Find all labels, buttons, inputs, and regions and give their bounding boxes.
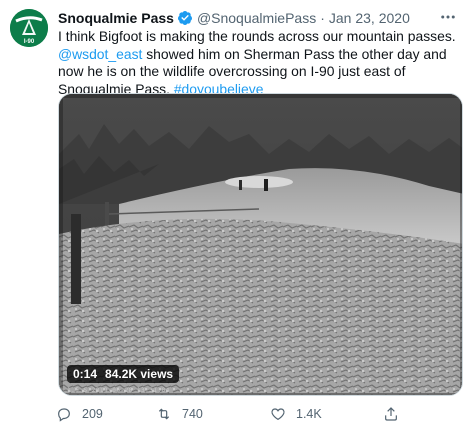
- wsdot-logo-icon: I-90: [10, 9, 48, 47]
- tweet-text: I think Bigfoot is making the rounds acr…: [58, 28, 468, 98]
- display-name[interactable]: Snoqualmie Pass: [58, 9, 174, 27]
- retweet-icon: [158, 408, 170, 420]
- share-icon: [385, 407, 397, 421]
- video-thumbnail: [59, 94, 462, 395]
- like-button[interactable]: 1.4K: [270, 406, 322, 422]
- verified-badge-icon: [177, 11, 192, 25]
- share-button[interactable]: [383, 406, 399, 422]
- tweet-date[interactable]: Jan 23, 2020: [329, 9, 410, 27]
- avatar-label: I-90: [24, 39, 35, 45]
- like-count: 1.4K: [296, 407, 322, 421]
- retweet-button[interactable]: 740: [156, 406, 203, 422]
- heart-icon: [271, 408, 285, 421]
- video-duration: 0:14: [73, 367, 98, 381]
- action-bar: 209 740 1.4K: [56, 404, 446, 424]
- video-views: 84.2K views: [105, 367, 174, 381]
- separator-dot: ·: [320, 10, 325, 26]
- tweet-header: Snoqualmie Pass @SnoqualmiePass · Jan 23…: [58, 8, 464, 28]
- more-icon[interactable]: [436, 7, 460, 27]
- handle[interactable]: @SnoqualmiePass: [197, 9, 316, 27]
- tweet[interactable]: I-90 Snoqualmie Pass @SnoqualmiePass · J…: [0, 0, 472, 430]
- reply-count: 209: [82, 407, 103, 421]
- mention-link[interactable]: @wsdot_east: [58, 46, 142, 62]
- video-player[interactable]: 0:14 84.2K views 1.5 S 2019-06-28 13:31:…: [58, 93, 463, 396]
- camera-timestamp: 1.5 S 2019-06-28 13:31:04: [67, 387, 170, 394]
- reply-button[interactable]: 209: [56, 406, 103, 422]
- reply-icon: [58, 408, 70, 422]
- tweet-text-line1: I think Bigfoot is making the rounds acr…: [58, 28, 456, 44]
- video-info-badge: 0:14 84.2K views: [67, 365, 180, 383]
- avatar[interactable]: I-90: [10, 9, 48, 47]
- retweet-count: 740: [182, 407, 203, 421]
